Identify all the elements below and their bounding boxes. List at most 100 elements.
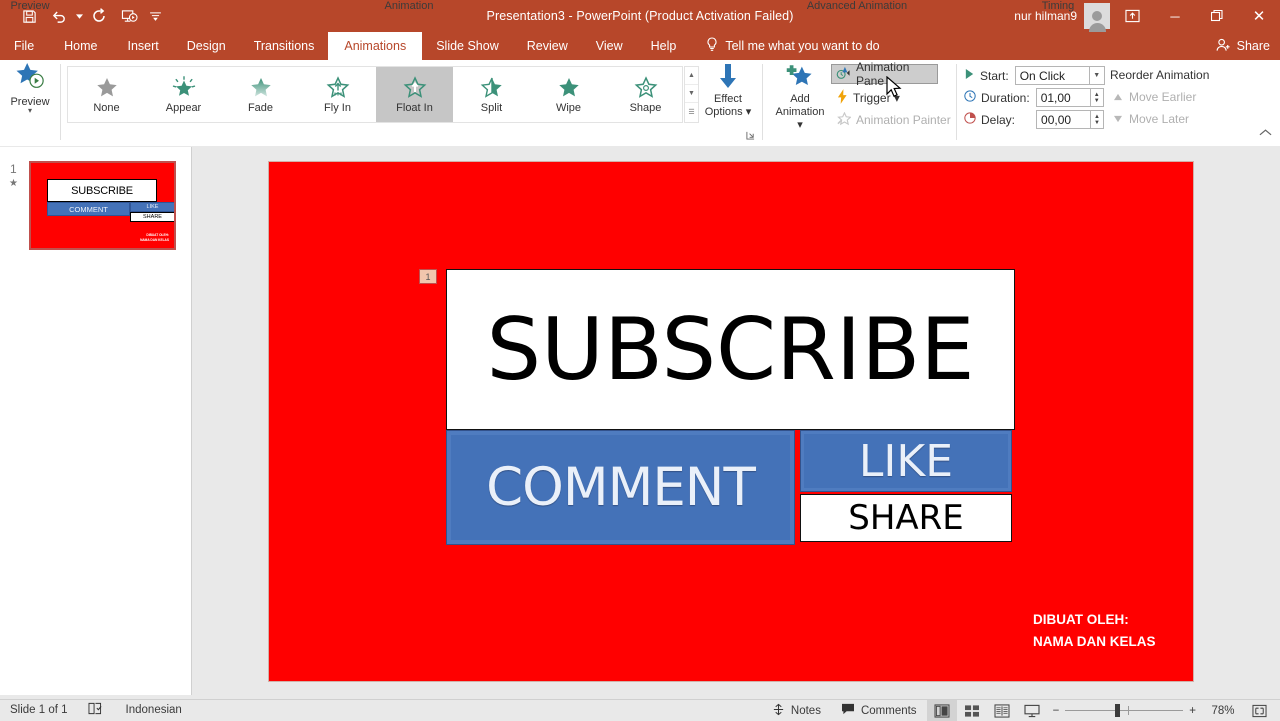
zoom-slider[interactable] [1065, 700, 1184, 721]
thumbnail-slide-number: 1 [10, 162, 17, 176]
subscribe-shape[interactable]: SUBSCRIBE [446, 269, 1015, 430]
animation-dialog-launcher[interactable] [746, 131, 755, 142]
tab-view[interactable]: View [582, 32, 637, 60]
trigger-button[interactable]: Trigger ▾ [833, 88, 904, 108]
delay-spinner[interactable]: ▲ ▼ [1091, 110, 1105, 129]
duration-spinner[interactable]: ▲ ▼ [1090, 88, 1104, 107]
tell-me-label: Tell me what you want to do [725, 39, 880, 53]
tab-home[interactable]: Home [48, 32, 113, 60]
duration-input[interactable]: 01,00 [1035, 88, 1091, 107]
start-select[interactable]: On Click [1014, 66, 1090, 85]
comments-label: Comments [860, 704, 917, 717]
tab-transitions[interactable]: Transitions [240, 32, 329, 60]
ribbon-tabs: File Home Insert Design Transitions Anim… [0, 32, 1280, 60]
delay-clock-icon [964, 112, 976, 127]
add-animation-button[interactable]: Add Animation ▾ [772, 62, 828, 131]
thumbnail-comment: COMMENT [47, 202, 130, 216]
zoom-out-button[interactable]: − [1047, 700, 1066, 721]
animation-star-icon[interactable]: ★ [9, 178, 18, 189]
start-label: Start: [980, 68, 1009, 83]
share-button[interactable]: Share [1216, 32, 1270, 60]
animation-fade[interactable]: Fade [222, 67, 299, 122]
group-label-animation: Animation [384, 0, 434, 12]
animation-shape[interactable]: Shape [607, 67, 684, 122]
restore-button[interactable] [1196, 0, 1238, 32]
tab-design[interactable]: Design [173, 32, 240, 60]
zoom-level-label[interactable]: 78% [1202, 705, 1244, 717]
animation-split-label: Split [480, 101, 503, 114]
slide-thumbnail-1[interactable]: SUBSCRIBE COMMENT LIKE SHARE DIBUAT OLEH… [29, 161, 176, 250]
notes-button[interactable]: Notes [762, 700, 831, 721]
normal-view-button[interactable] [926, 700, 957, 721]
delay-input[interactable]: 00,00 [1036, 110, 1092, 129]
start-row: Start: On Click ▼ [964, 66, 1105, 85]
tab-animations[interactable]: Animations [328, 32, 423, 60]
move-earlier-label: Move Earlier [1129, 90, 1197, 104]
down-arrow-icon [715, 62, 741, 93]
reorder-animation-title: Reorder Animation [1110, 68, 1210, 82]
animation-painter-label: Animation Painter [856, 113, 951, 127]
slide-count[interactable]: Slide 1 of 1 [0, 700, 78, 721]
delay-label: Delay: [981, 112, 1016, 127]
animation-appear-label: Appear [165, 101, 202, 114]
animation-order-badge[interactable]: 1 [419, 269, 437, 284]
comment-bubble-icon [841, 703, 855, 718]
language-button[interactable]: Indonesian [112, 700, 192, 721]
thumbnail-subscribe: SUBSCRIBE [47, 179, 157, 202]
gallery-scrollbar[interactable]: ▲ ▼ ☰ [684, 66, 699, 123]
group-label-advanced-animation: Advanced Animation [806, 0, 908, 12]
zoom-in-button[interactable]: + [1183, 700, 1202, 721]
chevron-down-icon[interactable]: ▾ [28, 107, 32, 115]
collapse-ribbon-button[interactable] [1259, 128, 1272, 140]
zoom-slider-handle[interactable] [1115, 704, 1121, 717]
animation-wipe[interactable]: Wipe [530, 67, 607, 122]
minimize-button[interactable]: ─ [1154, 0, 1196, 32]
start-dropdown-icon[interactable]: ▼ [1089, 66, 1105, 85]
play-icon [964, 68, 975, 83]
subscribe-text: SUBSCRIBE [486, 299, 975, 400]
zoom-in-label: + [1189, 704, 1196, 717]
tab-slide-show[interactable]: Slide Show [422, 32, 513, 60]
tab-insert[interactable]: Insert [114, 32, 173, 60]
tab-help[interactable]: Help [637, 32, 691, 60]
move-earlier-button: Move Earlier [1113, 90, 1196, 104]
comments-button[interactable]: Comments [831, 700, 927, 721]
thumbnail-credit: DIBUAT OLEH: NAMA DAN KELAS [140, 233, 169, 242]
animation-none[interactable]: None [68, 67, 145, 122]
share-shape[interactable]: SHARE [800, 494, 1012, 542]
reading-view-button[interactable] [987, 700, 1017, 721]
thumbnail-like: LIKE [130, 202, 174, 212]
tab-review[interactable]: Review [513, 32, 582, 60]
language-label: Indonesian [125, 704, 182, 716]
share-text: SHARE [848, 498, 964, 538]
effect-options-button[interactable]: Effect Options ▾ [702, 62, 754, 130]
animation-float-in[interactable]: Float In [376, 67, 453, 122]
slide-sorter-view-button[interactable] [957, 700, 987, 721]
animation-pane-button[interactable]: Animation Pane [831, 60, 938, 88]
gallery-more-icon[interactable]: ☰ [685, 103, 698, 121]
like-shape[interactable]: LIKE [800, 430, 1012, 492]
preview-button[interactable]: Preview ▾ [4, 62, 56, 126]
gallery-scroll-up-icon[interactable]: ▲ [685, 67, 698, 85]
gallery-scroll-down-icon[interactable]: ▼ [685, 85, 698, 103]
animation-split[interactable]: Split [453, 67, 530, 122]
animation-float-in-label: Float In [396, 101, 433, 114]
animation-fly-in[interactable]: Fly In [299, 67, 376, 122]
share-label: Share [1236, 39, 1270, 53]
close-button[interactable]: ✕ [1238, 0, 1280, 32]
delay-row: Delay: 00,00 ▲ ▼ [964, 110, 1105, 129]
slide-count-label: Slide 1 of 1 [10, 704, 68, 716]
comment-shape[interactable]: COMMENT [446, 430, 795, 545]
group-separator-3 [956, 64, 957, 140]
spell-check-button[interactable] [78, 700, 112, 721]
credit-line-1: DIBUAT OLEH: [1033, 612, 1129, 627]
preview-star-icon [14, 62, 46, 95]
tell-me-box[interactable]: Tell me what you want to do [690, 32, 880, 60]
fit-to-window-button[interactable] [1244, 700, 1274, 721]
animation-appear[interactable]: Appear [145, 67, 222, 122]
tab-file[interactable]: File [0, 32, 48, 60]
slide-credit-text[interactable]: DIBUAT OLEH: NAMA DAN KELAS [1033, 609, 1156, 653]
slide-show-view-button[interactable] [1017, 700, 1047, 721]
zoom-out-label: − [1052, 704, 1060, 717]
duration-label: Duration: [981, 90, 1030, 105]
